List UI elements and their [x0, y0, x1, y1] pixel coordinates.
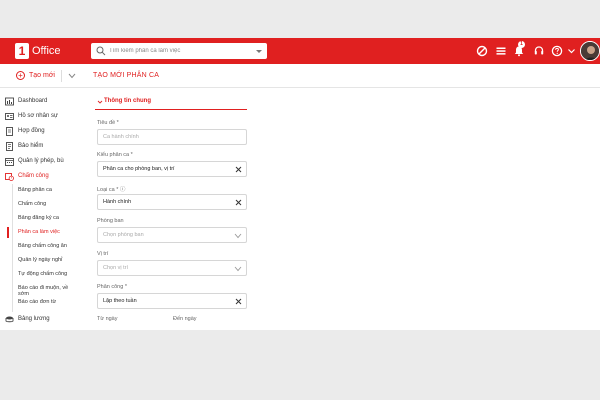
- plus-icon: +: [16, 71, 25, 80]
- chevron-down-icon[interactable]: [68, 73, 76, 79]
- field-label-position: Vị trí: [97, 251, 109, 257]
- document-icon: [6, 126, 13, 136]
- divider: [61, 70, 62, 82]
- shift-type-select[interactable]: Hành chính: [97, 194, 247, 210]
- app-window: 1 Office Tìm kiếm phân ca làm việc 1 + T…: [0, 38, 600, 330]
- sidebar-subitem-shift-table[interactable]: Bảng phân ca: [0, 184, 80, 197]
- chevron-down-icon: [97, 100, 103, 104]
- field-label-shift-type: Loại ca * ⓘ: [97, 187, 126, 193]
- sidebar-item-payroll[interactable]: Bảng lương: [0, 312, 80, 326]
- field-label-shift-kind: Kiểu phân ca *: [97, 152, 133, 158]
- sidebar-subitem-work-shift[interactable]: Phân ca làm việc: [0, 226, 80, 239]
- id-card-icon: [5, 112, 14, 120]
- sidebar-subitem-days-off[interactable]: Quản lý ngày nghỉ: [0, 254, 80, 267]
- notification-badge: 1: [518, 41, 525, 48]
- sidebar-subitem-label: Bảng phân ca: [18, 187, 52, 193]
- sidebar-subitem-late-early-report[interactable]: Báo cáo đi muộn, về sớm: [0, 282, 80, 297]
- sidebar-item-profiles[interactable]: Hồ sơ nhân sự: [0, 109, 80, 123]
- shift-kind-value: Phân ca cho phòng ban, vị trí: [103, 166, 175, 172]
- field-label-to-date: Đến ngày: [173, 316, 197, 322]
- sidebar-subitem-timekeeping[interactable]: Chấm công: [0, 198, 80, 211]
- clock-calendar-icon: [5, 172, 14, 181]
- section-header[interactable]: Thông tin chung: [95, 96, 247, 110]
- field-label-from-date: Từ ngày: [97, 316, 118, 322]
- close-icon[interactable]: [235, 298, 242, 305]
- logo-mark: 1: [15, 43, 29, 59]
- position-select[interactable]: Chọn vị trí: [97, 260, 247, 276]
- headset-icon[interactable]: [533, 45, 545, 57]
- help-icon[interactable]: [551, 45, 563, 57]
- sidebar-subitem-label: Báo cáo đơn từ: [18, 299, 57, 305]
- search-icon: [96, 46, 106, 56]
- chevron-down-icon[interactable]: [567, 45, 576, 57]
- field-label-department: Phòng ban: [97, 218, 124, 224]
- sidebar-subitem-label: Chấm công: [18, 201, 47, 207]
- assignment-value: Lặp theo tuần: [103, 298, 137, 304]
- sidebar-item-leave[interactable]: Quản lý phép, bù: [0, 154, 80, 168]
- insurance-icon: [6, 141, 13, 151]
- sidebar-item-label: Hợp đồng: [18, 128, 45, 134]
- calendar-icon: [5, 157, 14, 166]
- title-placeholder: Ca hành chính: [103, 134, 139, 140]
- sidebar-subitem-meal-timesheet[interactable]: Bảng chấm công ăn: [0, 240, 80, 253]
- sidebar-item-insurance[interactable]: Bảo hiểm: [0, 139, 80, 153]
- search-box[interactable]: [91, 43, 267, 59]
- block-icon[interactable]: [476, 45, 488, 57]
- app-logo[interactable]: 1 Office: [15, 42, 61, 60]
- department-placeholder: Chọn phòng ban: [103, 232, 144, 238]
- section-title: Thông tin chung: [104, 98, 151, 104]
- position-placeholder: Chọn vị trí: [103, 265, 129, 271]
- sidebar-item-label: Quản lý phép, bù: [18, 158, 64, 164]
- money-icon: [5, 316, 14, 322]
- sidebar-subitem-label: Quản lý ngày nghỉ: [18, 257, 63, 263]
- sidebar-item-label: Bảng lương: [18, 316, 50, 322]
- sidebar-subitem-label: Tự động chấm công: [18, 271, 68, 277]
- chevron-down-icon: [234, 233, 242, 239]
- sidebar-subitem-label: Bảng đăng ký ca: [18, 215, 59, 221]
- search-input[interactable]: [109, 45, 249, 57]
- sidebar-item-timekeeping[interactable]: Chấm công: [0, 169, 80, 183]
- sub-header: + Tạo mới TẠO MỚI PHÂN CA: [0, 64, 600, 88]
- shift-kind-select[interactable]: Phân ca cho phòng ban, vị trí: [97, 161, 247, 177]
- chevron-down-icon: [234, 266, 242, 272]
- add-new-button[interactable]: + Tạo mới: [16, 71, 55, 80]
- sidebar-item-dashboard[interactable]: Dashboard: [0, 94, 80, 108]
- department-select[interactable]: Chọn phòng ban: [97, 227, 247, 243]
- sidebar-item-contracts[interactable]: Hợp đồng: [0, 124, 80, 138]
- sidebar-subitem-shift-registration[interactable]: Bảng đăng ký ca: [0, 212, 80, 225]
- title-field[interactable]: Ca hành chính: [97, 129, 247, 145]
- assignment-select[interactable]: Lặp theo tuần: [97, 293, 247, 309]
- avatar[interactable]: [580, 41, 600, 61]
- add-new-label: Tạo mới: [29, 72, 55, 79]
- sidebar-subitem-label: Phân ca làm việc: [18, 229, 60, 235]
- page-title: TẠO MỚI PHÂN CA: [93, 72, 160, 79]
- menu-icon[interactable]: [495, 45, 507, 57]
- logo-text: Office: [32, 45, 61, 57]
- sidebar-subitem-auto-timekeeping[interactable]: Tự động chấm công: [0, 268, 80, 281]
- field-label-title: Tiêu đề *: [97, 120, 119, 126]
- shift-type-value: Hành chính: [103, 199, 132, 205]
- close-icon[interactable]: [235, 166, 242, 173]
- sidebar-subitem-request-report[interactable]: Báo cáo đơn từ: [0, 296, 80, 309]
- chevron-down-icon[interactable]: [255, 47, 263, 55]
- sidebar-item-label: Hồ sơ nhân sự: [18, 113, 58, 119]
- close-icon[interactable]: [235, 199, 242, 206]
- sidebar-item-label: Chấm công: [18, 173, 49, 179]
- top-bar: 1 Office Tìm kiếm phân ca làm việc 1: [0, 38, 600, 64]
- sidebar: Dashboard Hồ sơ nhân sự Hợp đồng Bảo hiể…: [0, 90, 80, 330]
- field-label-assignment: Phân công *: [97, 284, 127, 290]
- avatar-image: [581, 42, 599, 60]
- sidebar-subitem-label: Bảng chấm công ăn: [18, 243, 67, 249]
- dashboard-icon: [5, 97, 14, 105]
- sidebar-item-label: Bảo hiểm: [18, 143, 44, 149]
- sidebar-item-label: Dashboard: [18, 98, 48, 104]
